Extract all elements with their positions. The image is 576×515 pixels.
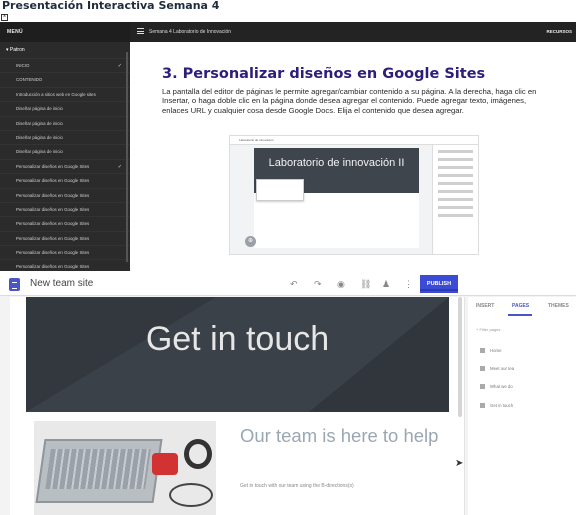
- sidebar-item[interactable]: Diseñar página de inicio: [0, 129, 130, 144]
- sidebar-item[interactable]: Personalizar diseños en Google Sites: [0, 230, 130, 245]
- banner[interactable]: Get in touch: [26, 297, 449, 412]
- sidebar-item[interactable]: Diseñar página de inicio: [0, 115, 130, 130]
- more-icon[interactable]: ⋮: [404, 277, 413, 291]
- redo-icon[interactable]: ↷: [314, 277, 322, 291]
- sidebar-item[interactable]: Personalizar diseños en Google Sites: [0, 245, 130, 259]
- sidebar-item[interactable]: Personalizar diseños en Google Sites: [0, 201, 130, 216]
- sidebar-item[interactable]: CONTENIDO: [0, 72, 130, 86]
- site-name[interactable]: New team site: [30, 275, 93, 293]
- check-icon: ✓: [117, 63, 122, 69]
- google-sites-logo-icon: [9, 278, 20, 291]
- lesson-body: La pantalla del editor de páginas le per…: [162, 87, 537, 115]
- thumbnail-banner-title: Laboratorio de innovación II: [268, 157, 405, 169]
- sidebar-menu: MENÚ ▾ Patron INICIO ✓ CONTENIDO Introducci…: [0, 22, 130, 271]
- breadcrumb: Semana 4 Laboratorio de Innovación: [149, 29, 232, 35]
- sidebar-item-label: Personalizar diseños en Google Sites: [16, 250, 90, 256]
- sidebar-item-label: Personalizar diseños en Google Sites: [16, 163, 90, 169]
- panel-tabs: INSERT PAGES THEMES: [468, 297, 576, 317]
- sidebar-item-label: Personalizar diseños en Google Sites: [16, 235, 90, 241]
- thumbnail-page: [254, 193, 419, 248]
- sidebar-item-label: Diseñar página de inicio: [16, 106, 63, 112]
- sidebar-item-label: CONTENIDO: [16, 77, 43, 83]
- sidebar-item-label: Personalizar diseños en Google Sites: [16, 192, 90, 198]
- sidebar-item-label: INICIO: [16, 63, 30, 68]
- sidebar-item-label: Personalizar diseños en Google Sites: [16, 178, 90, 184]
- sidebar-item-label: Diseñar página de inicio: [16, 120, 63, 126]
- editor-side-panel: INSERT PAGES THEMES + Filter pages Home …: [468, 297, 576, 515]
- thumbnail-tab: Laboratorio de innovación: [230, 136, 478, 145]
- thumbnail-popup: [256, 179, 304, 201]
- section-heading[interactable]: Our team is here to help: [240, 425, 440, 447]
- sidebar-item-label: Personalizar diseños en Google Sites: [16, 206, 90, 212]
- page-item[interactable]: Get in touch: [480, 400, 513, 411]
- active-tab-indicator: [508, 314, 532, 316]
- desk-photo[interactable]: [34, 421, 216, 515]
- section-label: Patron: [9, 47, 25, 53]
- lesson-content: 3. Personalizar diseños en Google Sites …: [130, 42, 576, 271]
- sidebar-scrollbar[interactable]: [126, 52, 128, 262]
- tab-themes[interactable]: THEMES: [548, 303, 569, 309]
- hamburger-icon[interactable]: [137, 28, 144, 34]
- sidebar-item[interactable]: Personalizar diseños en Google Sites: [0, 216, 130, 230]
- sites-editor-screenshot: New team site ↶ ↷ ◉ ⛓ ♟ ⋮ PUBLISH Get in…: [0, 271, 576, 515]
- tab-pages[interactable]: PAGES: [512, 303, 529, 309]
- page-item[interactable]: What we do: [480, 381, 513, 392]
- add-person-icon[interactable]: ♟: [382, 277, 390, 291]
- thumbnail-side-panel: [432, 145, 478, 254]
- canvas-scrollbar[interactable]: [458, 297, 462, 417]
- sidebar-item[interactable]: Introducción a sitios web en Google site…: [0, 86, 130, 101]
- page-item[interactable]: Meet our tea: [480, 363, 514, 374]
- page-title: Presentación Interactiva Semana 4: [2, 0, 220, 12]
- sidebar-item[interactable]: Personalizar diseños en Google Sites ✓: [0, 158, 130, 173]
- section-subtext[interactable]: Get in touch with our team using the B-d…: [240, 483, 354, 489]
- sidebar-item[interactable]: Personalizar diseños en Google Sites: [0, 187, 130, 202]
- sidebar-item[interactable]: Diseñar página de inicio: [0, 101, 130, 115]
- link-icon[interactable]: ⛓: [360, 277, 371, 291]
- tab-insert[interactable]: INSERT: [476, 303, 494, 309]
- zoom-icon[interactable]: ⊕: [245, 236, 256, 247]
- page-item[interactable]: Home: [480, 345, 501, 356]
- filter-pages[interactable]: + Filter pages: [476, 327, 500, 332]
- check-icon: ✓: [117, 163, 122, 170]
- top-bar: Semana 4 Laboratorio de Innovación RECUR…: [130, 22, 576, 42]
- sidebar-item[interactable]: Personalizar diseños en Google Sites: [0, 173, 130, 187]
- undo-icon[interactable]: ↶: [290, 277, 298, 291]
- editor-thumbnail: Laboratorio de innovación Laboratorio de…: [229, 135, 479, 255]
- publish-button[interactable]: PUBLISH: [420, 275, 458, 293]
- lesson-heading: 3. Personalizar diseños en Google Sites: [162, 66, 486, 82]
- sidebar-section[interactable]: ▾ Patron: [0, 42, 130, 58]
- close-icon[interactable]: ×: [1, 14, 8, 21]
- preview-icon[interactable]: ◉: [337, 277, 345, 291]
- mouse-cursor-icon: ➤: [455, 458, 464, 469]
- sidebar-item-label: Personalizar diseños en Google Sites: [16, 221, 90, 227]
- menu-label: MENÚ: [0, 22, 130, 42]
- resources-button[interactable]: RECURSOS: [546, 22, 572, 42]
- sidebar-item-label: Diseñar página de inicio: [16, 134, 63, 140]
- sidebar-item[interactable]: Personalizar diseños en Google Sites: [0, 259, 130, 271]
- editor-toolbar: New team site ↶ ↷ ◉ ⛓ ♟ ⋮ PUBLISH: [0, 271, 576, 296]
- course-player: MENÚ ▾ Patron INICIO ✓ CONTENIDO Introducci…: [0, 22, 576, 271]
- sidebar-item[interactable]: Diseñar página de inicio: [0, 144, 130, 158]
- editor-canvas[interactable]: Get in touch Our team is here to help Ge…: [10, 297, 465, 515]
- sidebar-item-label: Personalizar diseños en Google Sites: [16, 264, 90, 270]
- banner-title[interactable]: Get in touch: [26, 319, 449, 359]
- sidebar-item[interactable]: INICIO ✓: [0, 58, 130, 72]
- sidebar-item-label: Introducción a sitios web en Google site…: [16, 91, 96, 97]
- sidebar-item-label: Diseñar página de inicio: [16, 149, 63, 155]
